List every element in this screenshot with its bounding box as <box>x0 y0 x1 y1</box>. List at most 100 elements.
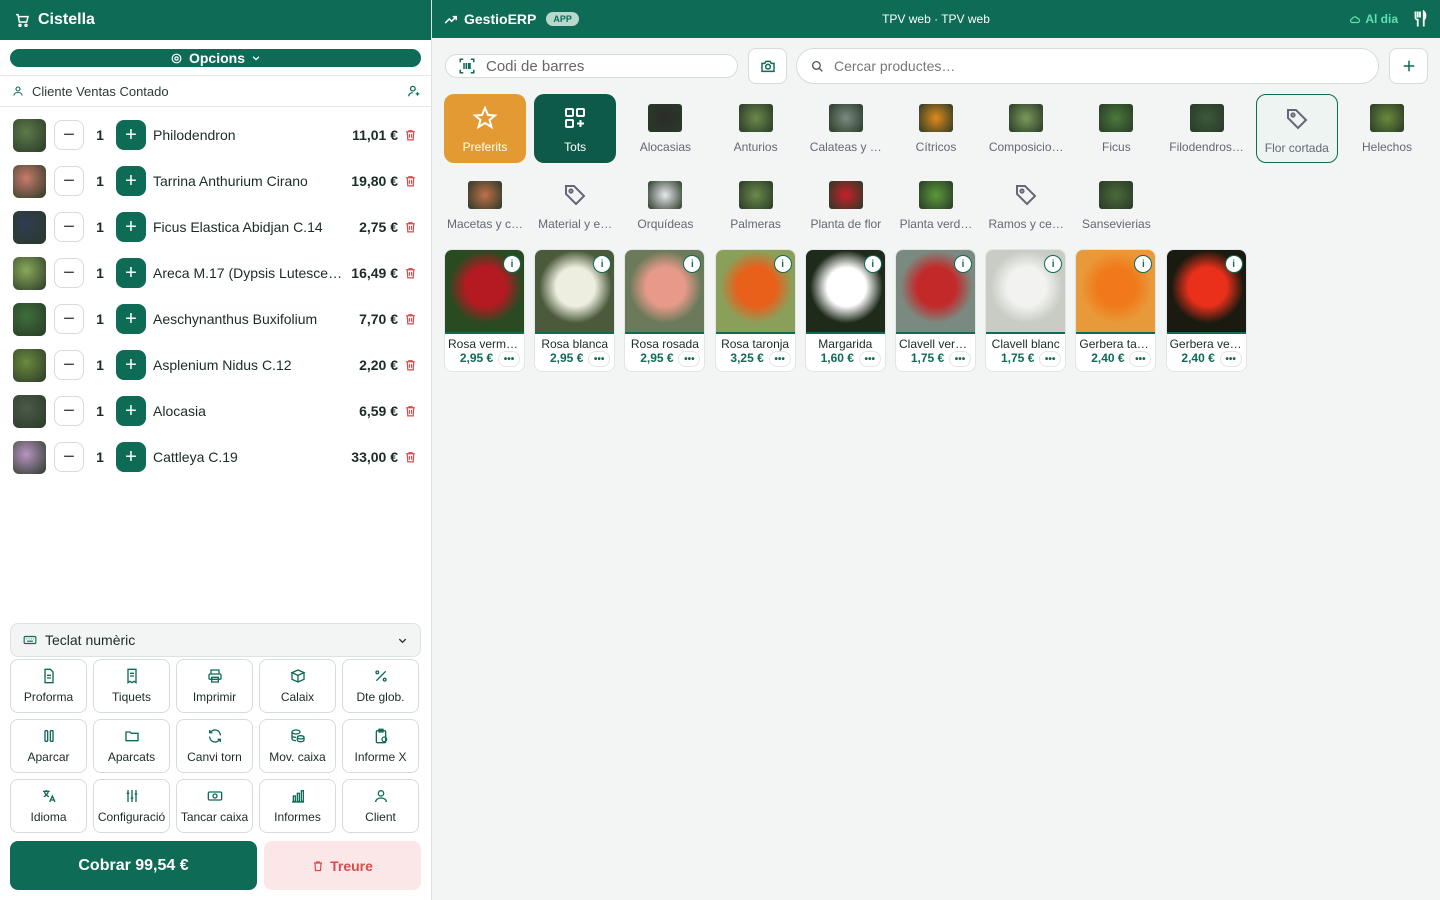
category-alocasias[interactable]: Alocasias <box>624 94 706 163</box>
action-calaix-button[interactable]: Calaix <box>259 659 336 713</box>
action-aparcar-button[interactable]: Aparcar <box>10 719 87 773</box>
increase-qty-button[interactable]: + <box>116 258 146 288</box>
remove-item-button[interactable] <box>404 266 417 280</box>
action-client-button[interactable]: Client <box>342 779 419 833</box>
action-dte-glob-button[interactable]: Dte glob. <box>342 659 419 713</box>
category-planta-verd[interactable]: Planta verd… <box>895 171 977 240</box>
info-icon[interactable]: i <box>954 255 972 273</box>
more-options-icon[interactable]: ••• <box>1219 351 1242 367</box>
category-planta-de-flor[interactable]: Planta de flor <box>805 171 887 240</box>
more-options-icon[interactable]: ••• <box>768 351 791 367</box>
cart-item[interactable]: − 1 + Asplenium Nidus C.12 2,20 € <box>0 342 431 388</box>
remove-item-button[interactable] <box>404 128 417 142</box>
info-icon[interactable]: i <box>683 255 702 273</box>
category-ramos-y-ce[interactable]: Ramos y ce… <box>985 171 1067 240</box>
decrease-qty-button[interactable]: − <box>54 442 84 472</box>
more-options-icon[interactable]: ••• <box>678 351 701 367</box>
restaurant-icon[interactable] <box>1412 10 1428 28</box>
category-orqu-deas[interactable]: Orquídeas <box>624 171 706 240</box>
remove-item-button[interactable] <box>404 174 417 188</box>
category-palmeras[interactable]: Palmeras <box>715 171 797 240</box>
action-informe-x-button[interactable]: Informe X <box>342 719 419 773</box>
product-card[interactable]: i Rosa vermella 2,95 € ••• <box>444 249 525 372</box>
add-product-button[interactable] <box>1389 48 1428 84</box>
decrease-qty-button[interactable]: − <box>54 304 84 334</box>
decrease-qty-button[interactable]: − <box>54 258 84 288</box>
clear-cart-button[interactable]: Treure <box>264 841 421 890</box>
action-informes-button[interactable]: Informes <box>259 779 336 833</box>
search-input[interactable]: Cercar productes… <box>796 48 1379 84</box>
info-icon[interactable]: i <box>863 255 882 273</box>
camera-button[interactable] <box>748 48 787 84</box>
category-tots[interactable]: Tots <box>534 94 617 163</box>
cart-item[interactable]: − 1 + Cattleya C.19 33,00 € <box>0 434 431 480</box>
action-configuraci-button[interactable]: Configuració <box>93 779 170 833</box>
info-icon[interactable]: i <box>1044 255 1063 273</box>
remove-item-button[interactable] <box>404 450 417 464</box>
more-options-icon[interactable]: ••• <box>1039 351 1062 367</box>
increase-qty-button[interactable]: + <box>116 304 146 334</box>
increase-qty-button[interactable]: + <box>116 350 146 380</box>
category-macetas-y-c[interactable]: Macetas y c… <box>444 171 526 240</box>
cart-item[interactable]: − 1 + Areca M.17 (Dypsis Lutesce… 16,49 … <box>0 250 431 296</box>
client-selector[interactable]: Cliente Ventas Contado <box>0 75 431 107</box>
decrease-qty-button[interactable]: − <box>54 166 84 196</box>
category-flor-cortada[interactable]: Flor cortada <box>1255 94 1338 163</box>
more-options-icon[interactable]: ••• <box>1129 351 1152 367</box>
more-options-icon[interactable]: ••• <box>858 351 881 367</box>
product-card[interactable]: i Margarida 1,60 € ••• <box>804 249 886 372</box>
action-idioma-button[interactable]: Idioma <box>10 779 87 833</box>
category-anturios[interactable]: Anturios <box>715 94 797 163</box>
more-options-icon[interactable]: ••• <box>588 351 611 367</box>
product-card[interactable]: i Rosa rosada 2,95 € ••• <box>624 249 706 372</box>
product-card[interactable]: i Clavell verm… 1,75 € ••• <box>895 249 976 372</box>
category-preferits[interactable]: Preferits <box>444 94 526 163</box>
category-filodendros[interactable]: Filodendros… <box>1166 94 1248 163</box>
action-tancar-caixa-button[interactable]: Tancar caixa <box>176 779 253 833</box>
remove-item-button[interactable] <box>404 404 417 418</box>
action-canvi-torn-button[interactable]: Canvi torn <box>176 719 253 773</box>
product-card[interactable]: i Gerbera ver… 2,40 € ••• <box>1165 249 1247 372</box>
pay-button[interactable]: Cobrar 99,54 € <box>10 841 257 890</box>
cart-item[interactable]: − 1 + Tarrina Anthurium Cirano 19,80 € <box>0 158 431 204</box>
cart-item[interactable]: − 1 + Aeschynanthus Buxifolium 7,70 € <box>0 296 431 342</box>
more-options-icon[interactable]: ••• <box>498 351 520 367</box>
decrease-qty-button[interactable]: − <box>54 396 84 426</box>
decrease-qty-button[interactable]: − <box>54 212 84 242</box>
add-user-icon[interactable] <box>407 84 421 98</box>
increase-qty-button[interactable]: + <box>116 212 146 242</box>
category-composicio[interactable]: Composicio… <box>985 94 1067 163</box>
product-card[interactable]: i Rosa blanca 2,95 € ••• <box>534 249 616 372</box>
action-proforma-button[interactable]: Proforma <box>10 659 87 713</box>
action-aparcats-button[interactable]: Aparcats <box>93 719 170 773</box>
product-card[interactable]: i Rosa taronja 3,25 € ••• <box>714 249 796 372</box>
increase-qty-button[interactable]: + <box>116 442 146 472</box>
more-options-icon[interactable]: ••• <box>949 351 971 367</box>
cart-item[interactable]: − 1 + Ficus Elastica Abidjan C.14 2,75 € <box>0 204 431 250</box>
action-tiquets-button[interactable]: Tiquets <box>93 659 170 713</box>
product-card[interactable]: i Gerbera tar… 2,40 € ••• <box>1075 249 1157 372</box>
options-button[interactable]: Opcions <box>10 49 421 67</box>
increase-qty-button[interactable]: + <box>116 120 146 150</box>
category-c-tricos[interactable]: Cítricos <box>895 94 977 163</box>
action-imprimir-button[interactable]: Imprimir <box>176 659 253 713</box>
info-icon[interactable]: i <box>773 255 792 273</box>
category-sansevierias[interactable]: Sansevierias <box>1075 171 1157 240</box>
info-icon[interactable]: i <box>503 255 521 273</box>
category-helechos[interactable]: Helechos <box>1346 94 1428 163</box>
action-mov-caixa-button[interactable]: Mov. caixa <box>259 719 336 773</box>
category-ficus[interactable]: Ficus <box>1075 94 1157 163</box>
decrease-qty-button[interactable]: − <box>54 120 84 150</box>
category-calateas-y[interactable]: Calateas y … <box>805 94 887 163</box>
product-card[interactable]: i Clavell blanc 1,75 € ••• <box>985 249 1067 372</box>
remove-item-button[interactable] <box>404 220 417 234</box>
keypad-toggle[interactable]: Teclat numèric <box>10 623 421 657</box>
remove-item-button[interactable] <box>404 358 417 372</box>
info-icon[interactable]: i <box>1224 255 1243 273</box>
info-icon[interactable]: i <box>1134 255 1153 273</box>
info-icon[interactable]: i <box>593 255 612 273</box>
increase-qty-button[interactable]: + <box>116 166 146 196</box>
increase-qty-button[interactable]: + <box>116 396 146 426</box>
cart-item[interactable]: − 1 + Alocasia 6,59 € <box>0 388 431 434</box>
barcode-input[interactable]: Codi de barres <box>445 54 738 78</box>
